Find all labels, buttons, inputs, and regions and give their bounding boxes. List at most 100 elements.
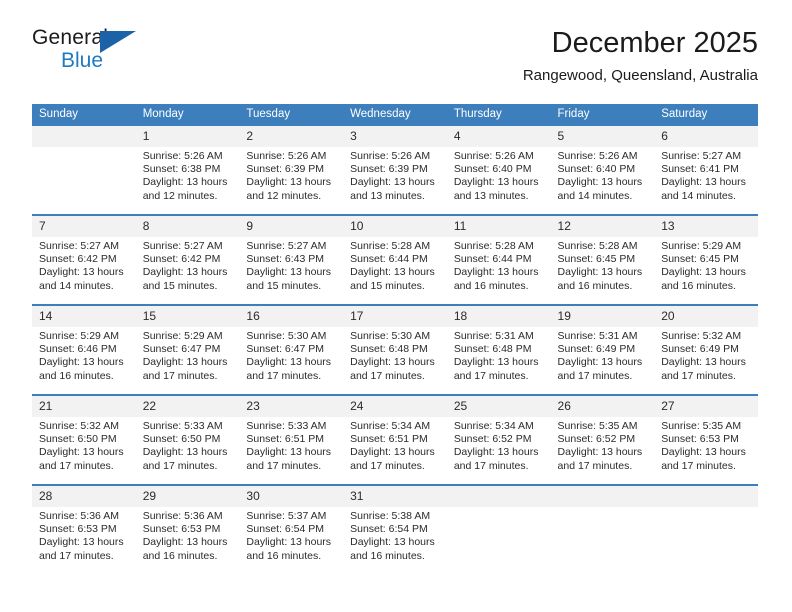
day-cell[interactable]: 13 Sunrise: 5:29 AM Sunset: 6:45 PM Dayl… — [654, 214, 758, 305]
day-details: Sunrise: 5:33 AM Sunset: 6:50 PM Dayligh… — [136, 417, 240, 473]
day-details: Sunrise: 5:33 AM Sunset: 6:51 PM Dayligh… — [239, 417, 343, 473]
day-cell[interactable]: 24 Sunrise: 5:34 AM Sunset: 6:51 PM Dayl… — [343, 394, 447, 485]
sunrise-text: Sunrise: 5:29 AM — [661, 240, 742, 252]
day-cell[interactable]: 6 Sunrise: 5:27 AM Sunset: 6:41 PM Dayli… — [654, 126, 758, 215]
sunset-text: Sunset: 6:51 PM — [350, 433, 428, 446]
logo-text-blue: Blue — [61, 49, 104, 72]
day-cell[interactable] — [654, 484, 758, 574]
daylight-text-line1: Daylight: 13 hours — [142, 176, 228, 189]
calendar-week-row: 14 Sunrise: 5:29 AM Sunset: 6:46 PM Dayl… — [32, 304, 758, 395]
daylight-text-line1: Daylight: 13 hours — [142, 266, 228, 279]
day-number: 29 — [135, 486, 240, 507]
calendar-week-row: 28 Sunrise: 5:36 AM Sunset: 6:53 PM Dayl… — [32, 484, 758, 574]
day-cell[interactable] — [446, 484, 551, 574]
daylight-text-line2: and 13 minutes. — [350, 189, 425, 202]
day-cell[interactable]: 9 Sunrise: 5:27 AM Sunset: 6:43 PM Dayli… — [239, 214, 344, 305]
day-number: 21 — [32, 396, 136, 417]
daylight-text-line1: Daylight: 13 hours — [557, 356, 643, 369]
sunset-text: Sunset: 6:39 PM — [350, 163, 428, 176]
day-cell[interactable]: 14 Sunrise: 5:29 AM Sunset: 6:46 PM Dayl… — [32, 304, 136, 395]
day-cell[interactable]: 23 Sunrise: 5:33 AM Sunset: 6:51 PM Dayl… — [239, 394, 344, 485]
daylight-text-line2: and 16 minutes. — [142, 549, 218, 562]
daylight-text-line2: and 17 minutes. — [350, 369, 425, 382]
day-cell[interactable]: 8 Sunrise: 5:27 AM Sunset: 6:42 PM Dayli… — [135, 214, 240, 305]
day-cell[interactable]: 4 Sunrise: 5:26 AM Sunset: 6:40 PM Dayli… — [446, 126, 551, 215]
day-number: 22 — [135, 396, 240, 417]
daylight-text-line1: Daylight: 13 hours — [453, 266, 539, 279]
daylight-text-line1: Daylight: 13 hours — [661, 176, 746, 189]
daylight-text-line2: and 14 minutes. — [661, 189, 736, 202]
day-number: 6 — [654, 126, 758, 147]
day-cell[interactable]: 2 Sunrise: 5:26 AM Sunset: 6:39 PM Dayli… — [239, 126, 344, 215]
day-number: 27 — [654, 396, 758, 417]
day-cell[interactable]: 25 Sunrise: 5:34 AM Sunset: 6:52 PM Dayl… — [446, 394, 551, 485]
sunset-text: Sunset: 6:50 PM — [142, 433, 221, 446]
sunset-text: Sunset: 6:48 PM — [350, 343, 428, 356]
day-number: 1 — [135, 126, 240, 147]
sunrise-text: Sunrise: 5:32 AM — [39, 420, 119, 432]
daylight-text-line1: Daylight: 13 hours — [142, 446, 228, 459]
day-cell[interactable]: 26 Sunrise: 5:35 AM Sunset: 6:52 PM Dayl… — [550, 394, 655, 485]
day-cell[interactable]: 7 Sunrise: 5:27 AM Sunset: 6:42 PM Dayli… — [32, 214, 136, 305]
day-cell[interactable]: 12 Sunrise: 5:28 AM Sunset: 6:45 PM Dayl… — [550, 214, 655, 305]
sunset-text: Sunset: 6:38 PM — [142, 163, 221, 176]
day-cell[interactable]: 22 Sunrise: 5:33 AM Sunset: 6:50 PM Dayl… — [135, 394, 240, 485]
day-cell[interactable]: 3 Sunrise: 5:26 AM Sunset: 6:39 PM Dayli… — [343, 126, 447, 215]
general-blue-logo[interactable]: General Blue — [32, 26, 172, 80]
daylight-text-line2: and 12 minutes. — [246, 189, 322, 202]
day-cell[interactable]: 28 Sunrise: 5:36 AM Sunset: 6:53 PM Dayl… — [32, 484, 136, 574]
daylight-text-line1: Daylight: 13 hours — [39, 356, 124, 369]
day-cell[interactable]: 17 Sunrise: 5:30 AM Sunset: 6:48 PM Dayl… — [343, 304, 447, 395]
sunrise-text: Sunrise: 5:29 AM — [39, 330, 119, 342]
day-details: Sunrise: 5:32 AM Sunset: 6:49 PM Dayligh… — [654, 327, 758, 383]
day-cell[interactable]: 19 Sunrise: 5:31 AM Sunset: 6:49 PM Dayl… — [550, 304, 655, 395]
day-cell[interactable] — [550, 484, 655, 574]
sunset-text: Sunset: 6:44 PM — [350, 253, 428, 266]
daylight-text-line2: and 16 minutes. — [39, 369, 114, 382]
day-details: Sunrise: 5:35 AM Sunset: 6:52 PM Dayligh… — [551, 417, 655, 473]
day-cell[interactable]: 5 Sunrise: 5:26 AM Sunset: 6:40 PM Dayli… — [550, 126, 655, 215]
daylight-text-line1: Daylight: 13 hours — [661, 266, 746, 279]
day-cell[interactable]: 15 Sunrise: 5:29 AM Sunset: 6:47 PM Dayl… — [135, 304, 240, 395]
day-details: Sunrise: 5:34 AM Sunset: 6:52 PM Dayligh… — [447, 417, 551, 473]
daylight-text-line2: and 13 minutes. — [453, 189, 529, 202]
sunrise-text: Sunrise: 5:27 AM — [246, 240, 327, 252]
sunrise-text: Sunrise: 5:37 AM — [246, 510, 327, 522]
weekday-header-sunday: Sunday — [32, 104, 136, 126]
day-cell[interactable]: 11 Sunrise: 5:28 AM Sunset: 6:44 PM Dayl… — [446, 214, 551, 305]
daylight-text-line1: Daylight: 13 hours — [557, 446, 643, 459]
sunrise-text: Sunrise: 5:26 AM — [557, 150, 638, 162]
day-details: Sunrise: 5:27 AM Sunset: 6:42 PM Dayligh… — [32, 237, 136, 293]
day-details: Sunrise: 5:30 AM Sunset: 6:47 PM Dayligh… — [239, 327, 343, 383]
day-cell[interactable]: 21 Sunrise: 5:32 AM Sunset: 6:50 PM Dayl… — [32, 394, 136, 485]
day-number: 24 — [343, 396, 447, 417]
day-cell[interactable]: 16 Sunrise: 5:30 AM Sunset: 6:47 PM Dayl… — [239, 304, 344, 395]
day-cell[interactable]: 20 Sunrise: 5:32 AM Sunset: 6:49 PM Dayl… — [654, 304, 758, 395]
sunset-text: Sunset: 6:47 PM — [142, 343, 221, 356]
day-cell[interactable]: 10 Sunrise: 5:28 AM Sunset: 6:44 PM Dayl… — [343, 214, 447, 305]
day-number: 25 — [446, 396, 551, 417]
day-details: Sunrise: 5:36 AM Sunset: 6:53 PM Dayligh… — [136, 507, 240, 563]
day-cell[interactable]: 27 Sunrise: 5:35 AM Sunset: 6:53 PM Dayl… — [654, 394, 758, 485]
daylight-text-line1: Daylight: 13 hours — [557, 266, 643, 279]
day-cell[interactable]: 30 Sunrise: 5:37 AM Sunset: 6:54 PM Dayl… — [239, 484, 344, 574]
day-cell[interactable]: 1 Sunrise: 5:26 AM Sunset: 6:38 PM Dayli… — [135, 126, 240, 215]
sunrise-text: Sunrise: 5:36 AM — [39, 510, 119, 522]
sunrise-text: Sunrise: 5:33 AM — [246, 420, 327, 432]
day-cell[interactable]: 29 Sunrise: 5:36 AM Sunset: 6:53 PM Dayl… — [135, 484, 240, 574]
daylight-text-line1: Daylight: 13 hours — [350, 536, 435, 549]
sunrise-text: Sunrise: 5:27 AM — [39, 240, 119, 252]
daylight-text-line2: and 16 minutes. — [453, 279, 529, 292]
daylight-text-line2: and 17 minutes. — [557, 459, 633, 472]
daylight-text-line2: and 17 minutes. — [246, 459, 322, 472]
day-cell[interactable]: 31 Sunrise: 5:38 AM Sunset: 6:54 PM Dayl… — [343, 484, 447, 574]
sunrise-text: Sunrise: 5:31 AM — [557, 330, 638, 342]
weekday-header-tuesday: Tuesday — [239, 104, 344, 126]
day-cell[interactable]: 18 Sunrise: 5:31 AM Sunset: 6:48 PM Dayl… — [446, 304, 551, 395]
page-title: December 2025 — [551, 27, 758, 59]
daylight-text-line2: and 17 minutes. — [661, 369, 736, 382]
title-block: December 2025 Rangewood, Queensland, Aus… — [523, 26, 758, 86]
day-cell[interactable] — [32, 126, 136, 215]
daylight-text-line1: Daylight: 13 hours — [39, 266, 124, 279]
sunrise-text: Sunrise: 5:30 AM — [350, 330, 431, 342]
